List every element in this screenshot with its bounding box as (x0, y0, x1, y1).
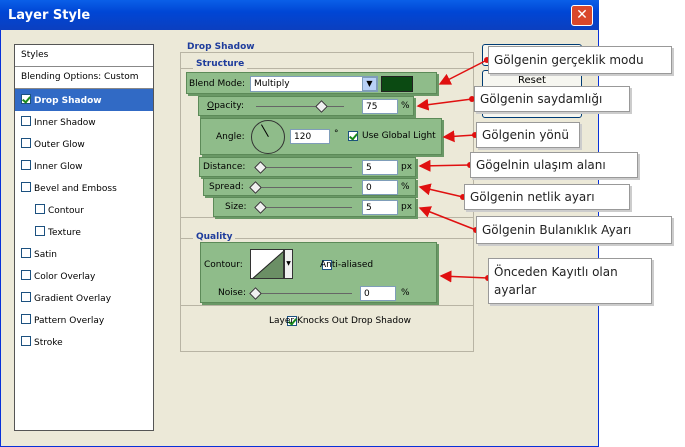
noise-unit: % (401, 288, 410, 298)
contour-dropdown-icon[interactable]: ▼ (284, 249, 293, 279)
style-item-label: Blending Options: Custom (21, 72, 139, 82)
style-item-checkbox[interactable] (21, 182, 31, 192)
opacity-label-text: pacity: (214, 101, 245, 111)
style-item-drop-shadow[interactable]: Drop Shadow (15, 89, 153, 111)
style-item-contour[interactable]: Contour (15, 199, 153, 221)
callout-angle: Gölgenin yönü (476, 122, 580, 148)
noise-label: Noise: (218, 288, 246, 298)
style-item-checkbox[interactable] (21, 270, 31, 280)
opacity-slider[interactable] (256, 106, 344, 107)
style-item-outer-glow[interactable]: Outer Glow (15, 133, 153, 155)
style-item-label: Stroke (34, 338, 63, 348)
reset-button-label: Reset (518, 75, 546, 86)
size-unit: px (401, 202, 413, 212)
style-item-inner-glow[interactable]: Inner Glow (15, 155, 153, 177)
callout-distance: Gögelnin ulaşım alanı (470, 152, 638, 178)
style-item-label: Gradient Overlay (34, 294, 112, 304)
contour-preview[interactable] (250, 249, 284, 279)
style-item-bevel-and-emboss[interactable]: Bevel and Emboss (15, 177, 153, 199)
use-global-light-checkbox[interactable] (348, 131, 358, 141)
style-item-checkbox[interactable] (21, 314, 31, 324)
opacity-label: Opacity: (207, 101, 245, 111)
callout-spread: Gölgenin netlik ayarı (464, 184, 630, 210)
style-item-label: Pattern Overlay (34, 316, 105, 326)
size-input[interactable]: 5 (362, 200, 398, 215)
blend-mode-select[interactable]: Multiply (250, 76, 378, 92)
opacity-unit: % (401, 101, 410, 111)
style-item-label: Color Overlay (34, 272, 96, 282)
distance-slider[interactable] (256, 167, 352, 168)
angle-unit: ° (334, 129, 339, 139)
size-label: Size: (225, 202, 247, 212)
style-item-pattern-overlay[interactable]: Pattern Overlay (15, 309, 153, 331)
contour-label: Contour: (204, 260, 243, 270)
style-item-gradient-overlay[interactable]: Gradient Overlay (15, 287, 153, 309)
style-item-label: Inner Shadow (34, 118, 96, 128)
knocks-out-label[interactable]: Layer Knocks Out Drop Shadow (269, 316, 411, 326)
style-item-checkbox[interactable] (35, 226, 45, 236)
callout-quality: Önceden Kayıtlı olan ayarlar (488, 258, 652, 304)
style-item-checkbox[interactable] (21, 248, 31, 258)
spread-label: Spread: (209, 182, 244, 192)
angle-label: Angle: (216, 132, 245, 142)
noise-input[interactable]: 0 (360, 286, 396, 301)
use-global-light-label[interactable]: Use Global Light (362, 131, 436, 141)
angle-dial-needle (261, 124, 269, 137)
style-item-checkbox[interactable] (21, 160, 31, 170)
callout-blend-mode: Gölgenin gerçeklik modu (488, 46, 672, 74)
opacity-input[interactable]: 75 (362, 99, 398, 114)
distance-unit: px (401, 162, 413, 172)
style-item-label: Contour (48, 206, 84, 216)
window-title: Layer Style (8, 8, 91, 23)
style-item-inner-shadow[interactable]: Inner Shadow (15, 111, 153, 133)
style-item-label: Inner Glow (34, 162, 83, 172)
noise-slider[interactable] (252, 293, 352, 294)
spread-slider[interactable] (252, 187, 352, 188)
blend-mode-value: Multiply (254, 79, 290, 89)
style-item-checkbox[interactable] (21, 336, 31, 346)
chevron-down-icon[interactable]: ▼ (362, 77, 377, 91)
style-item-label: Satin (34, 250, 57, 260)
title-bar[interactable]: Layer Style (0, 0, 599, 30)
shadow-color-swatch[interactable] (381, 76, 413, 92)
style-item-label: Styles (21, 50, 49, 60)
spread-unit: % (401, 182, 410, 192)
distance-label: Distance: (203, 162, 246, 172)
style-item-checkbox[interactable] (21, 138, 31, 148)
distance-input[interactable]: 5 (362, 160, 398, 175)
style-item-checkbox[interactable] (21, 94, 31, 104)
close-button[interactable]: ✕ (571, 5, 593, 26)
style-item-checkbox[interactable] (35, 204, 45, 214)
drop-shadow-title: Drop Shadow (184, 42, 258, 52)
spread-input[interactable]: 0 (362, 180, 398, 195)
angle-dial[interactable] (251, 120, 285, 154)
style-item-checkbox[interactable] (21, 116, 31, 126)
callout-opacity: Gölgenin saydamlığı (474, 86, 630, 112)
style-item-label: Drop Shadow (34, 96, 102, 106)
style-item-color-overlay[interactable]: Color Overlay (15, 265, 153, 287)
style-item-satin[interactable]: Satin (15, 243, 153, 265)
blend-mode-label: Blend Mode: (189, 79, 246, 89)
style-item-label: Outer Glow (34, 140, 85, 150)
close-icon: ✕ (576, 7, 588, 23)
style-item-checkbox[interactable] (21, 292, 31, 302)
quality-title: Quality (193, 232, 236, 242)
size-slider[interactable] (256, 207, 352, 208)
style-item-blending-options-custom[interactable]: Blending Options: Custom (15, 67, 153, 89)
anti-aliased-label[interactable]: Anti-aliased (320, 260, 373, 270)
style-item-styles[interactable]: Styles (15, 45, 153, 67)
style-item-label: Bevel and Emboss (34, 184, 117, 194)
style-item-stroke[interactable]: Stroke (15, 331, 153, 353)
contour-curve-icon (252, 251, 283, 278)
style-item-texture[interactable]: Texture (15, 221, 153, 243)
structure-title: Structure (193, 59, 248, 69)
styles-list: Styles Blending Options: Custom Drop Shado… (14, 44, 154, 431)
style-item-label: Texture (48, 228, 81, 238)
callout-size: Gölgenin Bulanıklık Ayarı (476, 216, 672, 244)
angle-input[interactable]: 120 (290, 129, 330, 144)
